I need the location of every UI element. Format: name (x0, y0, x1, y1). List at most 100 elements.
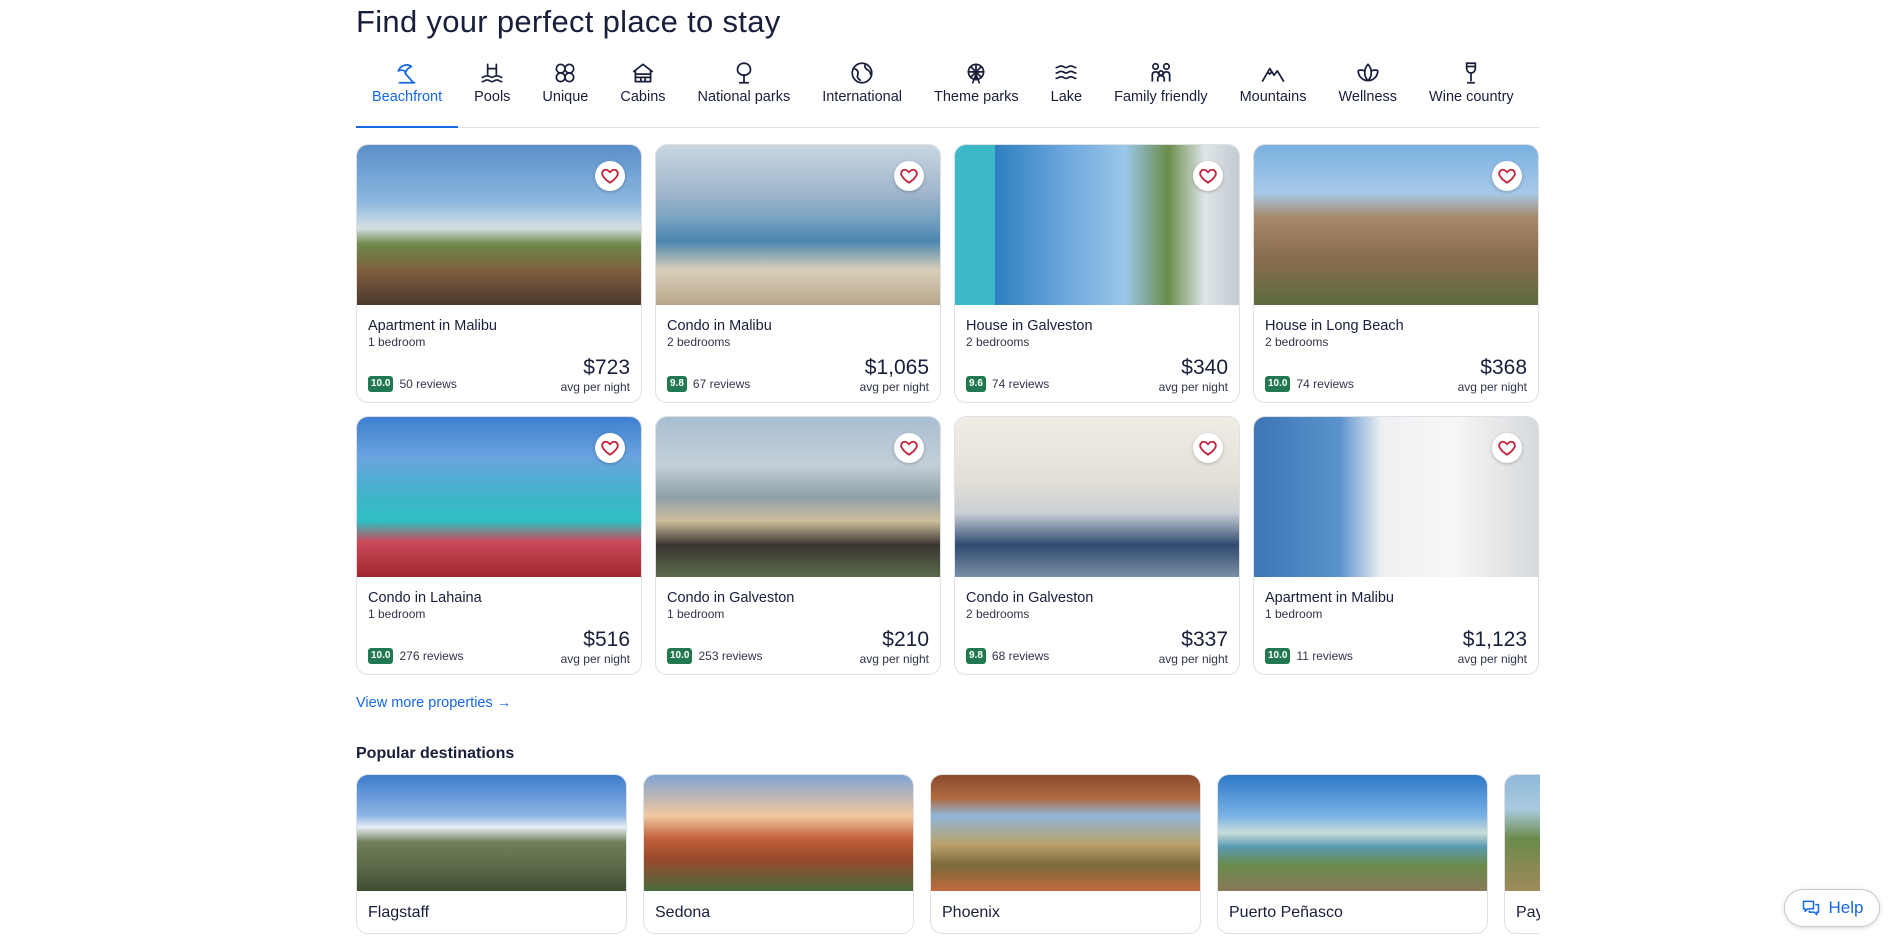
property-grid: Apartment in Malibu 1 bedroom 10.0 50 re… (356, 144, 1540, 675)
property-info: House in Galveston 2 bedrooms 9.6 74 rev… (955, 305, 1239, 402)
beachfront-umbrella-icon (397, 64, 416, 84)
ferris-wheel-icon (967, 63, 985, 84)
tab-wine-country[interactable]: Wine country (1413, 58, 1530, 127)
property-info: House in Long Beach 2 bedrooms 10.0 74 r… (1254, 305, 1538, 402)
tab-wellness[interactable]: Wellness (1322, 58, 1413, 127)
rating-summary: 9.8 67 reviews (667, 376, 750, 392)
save-favorite-button[interactable] (1492, 161, 1522, 191)
property-card[interactable]: House in Long Beach 2 bedrooms 10.0 74 r… (1253, 144, 1539, 403)
tab-beachfront[interactable]: Beachfront (356, 58, 459, 128)
rating-badge: 10.0 (1265, 376, 1291, 392)
price-box: $340 avg per night (1159, 356, 1228, 394)
tab-unique[interactable]: Unique (526, 58, 604, 127)
property-card[interactable]: Apartment in Malibu 1 bedroom 10.0 11 re… (1253, 416, 1539, 675)
destination-name: Pay (1516, 904, 1540, 921)
rating-summary: 10.0 276 reviews (368, 648, 464, 664)
nightly-price: $340 (1181, 356, 1228, 379)
destination-name: Flagstaff (368, 904, 430, 921)
rating-badge: 10.0 (368, 648, 394, 664)
save-favorite-button[interactable] (894, 161, 924, 191)
tab-label: Wellness (1338, 89, 1398, 105)
property-photo (357, 145, 641, 305)
price-note: avg per night (1457, 380, 1527, 394)
tab-family-friendly[interactable]: Family friendly (1098, 58, 1223, 127)
price-box: $368 avg per night (1458, 356, 1527, 394)
tab-cabins[interactable]: Cabins (604, 58, 681, 127)
globe-icon (851, 62, 873, 84)
tab-label: Theme parks (934, 89, 1019, 105)
price-note: avg per night (1158, 652, 1228, 666)
rating-badge: 9.6 (966, 376, 986, 392)
rating-summary: 9.8 68 reviews (966, 648, 1049, 664)
review-count: 67 reviews (692, 377, 751, 391)
price-box: $210 avg per night (860, 628, 929, 666)
price-box: $337 avg per night (1159, 628, 1228, 666)
rating-summary: 10.0 253 reviews (667, 648, 763, 664)
category-tabs: Beachfront Pools Unique Cabins National … (356, 58, 1540, 128)
chat-bubbles-icon (1802, 900, 1819, 916)
tab-theme-parks[interactable]: Theme parks (918, 58, 1035, 127)
heart-icon (601, 440, 619, 456)
heart-icon (900, 168, 918, 184)
rating-summary: 10.0 74 reviews (1265, 376, 1354, 392)
tab-label: International (822, 89, 903, 105)
tab-national-parks[interactable]: National parks (682, 58, 807, 127)
wine-glass-icon (1466, 62, 1477, 84)
destination-card[interactable]: Phoenix (930, 774, 1201, 934)
tab-mountains[interactable]: Mountains (1224, 58, 1323, 127)
nightly-price: $516 (583, 628, 630, 651)
nightly-price: $337 (1181, 628, 1228, 651)
lotus-icon (1357, 63, 1379, 82)
destination-card[interactable]: Pay (1504, 774, 1540, 934)
property-card[interactable]: Condo in Galveston 2 bedrooms 9.8 68 rev… (954, 416, 1240, 675)
tab-pools[interactable]: Pools (458, 58, 526, 127)
bedroom-count: 2 bedrooms (966, 607, 1030, 621)
property-card[interactable]: Condo in Malibu 2 bedrooms 9.8 67 review… (655, 144, 941, 403)
property-card[interactable]: Condo in Lahaina 1 bedroom 10.0 276 revi… (356, 416, 642, 675)
review-count: 50 reviews (399, 377, 457, 391)
heart-icon (1199, 440, 1217, 456)
property-card[interactable]: House in Galveston 2 bedrooms 9.6 74 rev… (954, 144, 1240, 403)
property-photo (357, 417, 641, 577)
destination-photo (931, 775, 1200, 891)
property-photo (1254, 417, 1538, 577)
property-photo (955, 417, 1239, 577)
price-note: avg per night (560, 652, 630, 666)
save-favorite-button[interactable] (1193, 161, 1223, 191)
rating-badge: 10.0 (667, 648, 693, 664)
family-icon (1151, 62, 1171, 82)
heart-icon (900, 440, 918, 456)
property-photo (656, 417, 940, 577)
price-box: $516 avg per night (561, 628, 630, 666)
nightly-price: $368 (1480, 356, 1527, 379)
destination-card[interactable]: Flagstaff (356, 774, 627, 934)
review-count: 74 reviews (991, 377, 1050, 391)
tab-international[interactable]: International (806, 58, 918, 127)
help-button[interactable]: Help (1784, 889, 1880, 927)
destination-card[interactable]: Puerto Peñasco (1217, 774, 1488, 934)
property-card[interactable]: Condo in Galveston 1 bedroom 10.0 253 re… (655, 416, 941, 675)
rating-summary: 10.0 50 reviews (368, 376, 457, 392)
review-count: 74 reviews (1296, 377, 1354, 391)
bedroom-count: 2 bedrooms (966, 335, 1030, 349)
rating-badge: 10.0 (368, 376, 394, 392)
nightly-price: $723 (583, 356, 630, 379)
property-card[interactable]: Apartment in Malibu 1 bedroom 10.0 50 re… (356, 144, 642, 403)
view-more-properties-link[interactable]: View more properties → (356, 695, 511, 711)
bedroom-count: 1 bedroom (1265, 607, 1323, 621)
property-type: House in Galveston (966, 318, 1093, 334)
destination-card[interactable]: Sedona (643, 774, 914, 934)
save-favorite-button[interactable] (1492, 433, 1522, 463)
save-favorite-button[interactable] (1193, 433, 1223, 463)
property-info: Apartment in Malibu 1 bedroom 10.0 11 re… (1254, 577, 1538, 674)
cabin-icon (632, 63, 654, 83)
review-count: 11 reviews (1296, 649, 1353, 663)
bedroom-count: 2 bedrooms (1265, 335, 1329, 349)
tab-lake[interactable]: Lake (1035, 58, 1098, 127)
destination-name: Phoenix (942, 904, 1000, 921)
save-favorite-button[interactable] (595, 161, 625, 191)
tab-label: Unique (542, 89, 589, 105)
tab-label: Cabins (620, 89, 666, 105)
save-favorite-button[interactable] (595, 433, 625, 463)
save-favorite-button[interactable] (894, 433, 924, 463)
